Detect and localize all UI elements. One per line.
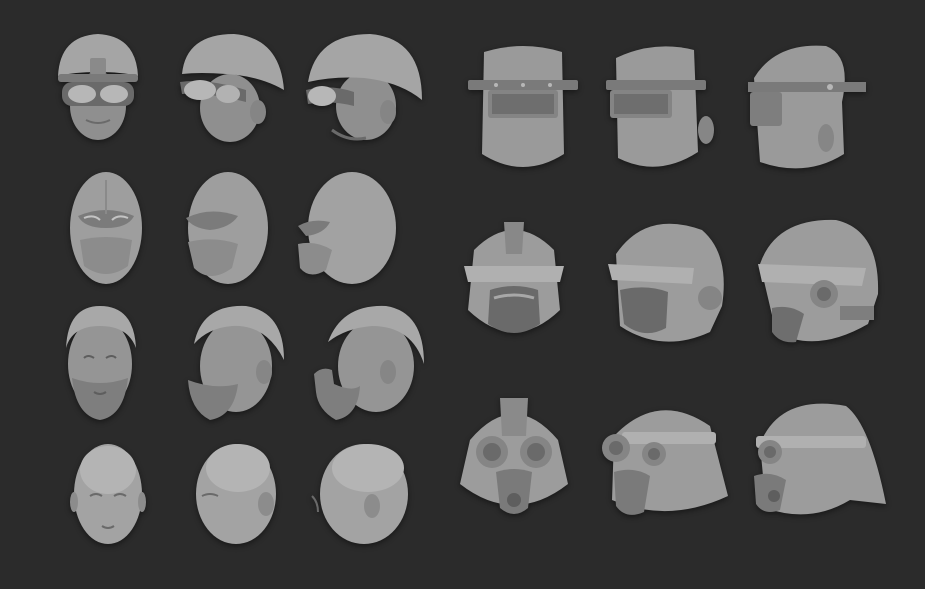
bearded-head-icon bbox=[188, 305, 284, 420]
mask-hood-icon bbox=[70, 172, 142, 284]
bald-man-three-quarter bbox=[188, 438, 280, 550]
bald-head-icon bbox=[196, 444, 276, 544]
mask-hood-icon bbox=[186, 172, 268, 284]
armored-helmet-icon bbox=[608, 223, 724, 342]
armored-helmet-three-quarter bbox=[606, 214, 730, 350]
bald-man-front bbox=[68, 440, 148, 552]
gasmask-helmet-front bbox=[456, 396, 572, 522]
mask-hood-icon bbox=[298, 172, 396, 284]
armored-helmet-front bbox=[460, 214, 568, 352]
gasmask-helmet-icon bbox=[602, 410, 728, 515]
bald-man-profile bbox=[306, 438, 410, 550]
welder-helmet-front bbox=[466, 42, 580, 174]
helmet-goggles-icon bbox=[306, 34, 422, 141]
bearded-man-front bbox=[58, 304, 142, 422]
helmet-goggles-profile bbox=[304, 30, 424, 146]
gasmask-helmet-icon bbox=[754, 403, 886, 515]
armored-helmet-profile bbox=[756, 214, 882, 350]
helmet-goggles-front bbox=[52, 28, 144, 146]
bearded-man-profile bbox=[312, 304, 426, 422]
masked-hood-profile bbox=[296, 170, 398, 286]
welder-helmet-icon bbox=[748, 45, 866, 169]
helmet-goggles-icon bbox=[180, 34, 284, 142]
gasmask-helmet-icon bbox=[460, 398, 568, 514]
masked-hood-three-quarter bbox=[180, 170, 270, 286]
armored-helmet-icon bbox=[464, 222, 564, 333]
helmet-goggles-icon bbox=[58, 34, 138, 140]
bearded-head-icon bbox=[314, 305, 424, 420]
bearded-head-icon bbox=[66, 306, 136, 420]
bald-head-icon bbox=[70, 444, 146, 544]
welder-helmet-profile bbox=[746, 42, 868, 174]
armored-helmet-icon bbox=[758, 219, 879, 343]
gasmask-helmet-three-quarter bbox=[598, 396, 730, 522]
welder-helmet-icon bbox=[468, 46, 578, 167]
bearded-man-three-quarter bbox=[180, 304, 286, 422]
masked-hood-front bbox=[68, 170, 144, 286]
welder-helmet-icon bbox=[606, 46, 714, 167]
gasmask-helmet-profile bbox=[750, 396, 888, 522]
helmet-goggles-three-quarter bbox=[176, 30, 288, 146]
bald-head-icon bbox=[311, 444, 408, 544]
welder-helmet-three-quarter bbox=[604, 42, 716, 174]
